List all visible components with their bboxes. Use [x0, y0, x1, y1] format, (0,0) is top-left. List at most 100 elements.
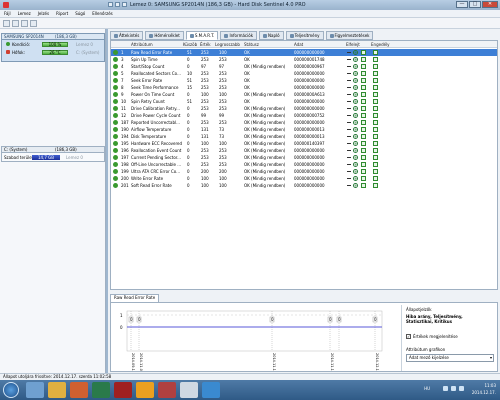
- offset-increase-button[interactable]: +: [353, 183, 358, 188]
- col-data[interactable]: Adat: [294, 42, 303, 47]
- explorer-taskbar-icon[interactable]: [48, 382, 66, 398]
- menu-check[interactable]: Ellenőrzés: [92, 11, 112, 16]
- quick-icon[interactable]: [108, 2, 113, 7]
- tab-smart[interactable]: S.M.A.R.T.: [185, 31, 219, 40]
- quick-icon[interactable]: [122, 2, 127, 7]
- offset-checkbox[interactable]: [361, 78, 366, 83]
- table-row[interactable]: 5 Reallocated Sectors Co... 10 253 253 OK 0000…: [111, 70, 497, 77]
- media-taskbar-icon[interactable]: [70, 382, 88, 398]
- enable-checkbox[interactable]: [373, 176, 378, 181]
- enable-checkbox[interactable]: [373, 113, 378, 118]
- offset-decrease-button[interactable]: [347, 52, 351, 53]
- offset-decrease-button[interactable]: [347, 171, 351, 172]
- offset-increase-button[interactable]: +: [353, 134, 358, 139]
- offset-checkbox[interactable]: [361, 71, 366, 76]
- tab-overview[interactable]: Áttekintés: [110, 31, 144, 40]
- offset-checkbox[interactable]: [361, 50, 366, 55]
- offset-increase-button[interactable]: +: [353, 113, 358, 118]
- settings-icon[interactable]: [21, 20, 28, 27]
- offset-increase-button[interactable]: +: [353, 99, 358, 104]
- report-icon[interactable]: [12, 20, 19, 27]
- enable-checkbox[interactable]: [373, 78, 378, 83]
- enable-checkbox[interactable]: [373, 134, 378, 139]
- offset-decrease-button[interactable]: [347, 80, 351, 81]
- table-row[interactable]: 194 Disk Temperature 0 131 73 OK (Mindig rend…: [111, 133, 497, 140]
- offset-increase-button[interactable]: +: [353, 78, 358, 83]
- start-button[interactable]: [3, 382, 19, 398]
- col-enable[interactable]: Engedély: [371, 42, 390, 47]
- enable-checkbox[interactable]: [373, 106, 378, 111]
- offset-checkbox[interactable]: [361, 85, 366, 90]
- offset-checkbox[interactable]: [361, 92, 366, 97]
- table-row[interactable]: 7 Seek Error Rate 51 253 253 OK 000000000000 +: [111, 77, 497, 84]
- enable-checkbox[interactable]: [373, 169, 378, 174]
- enable-checkbox[interactable]: [373, 64, 378, 69]
- table-row[interactable]: 10 Spin Retry Count 51 253 253 OK 000000000000…: [111, 98, 497, 105]
- enable-checkbox[interactable]: [373, 155, 378, 160]
- offset-decrease-button[interactable]: [347, 108, 351, 109]
- offset-increase-button[interactable]: +: [353, 57, 358, 62]
- menu-report[interactable]: Riport: [56, 11, 68, 16]
- tab-temperature[interactable]: Hőmérséklet: [145, 31, 184, 40]
- offset-decrease-button[interactable]: [347, 94, 351, 95]
- offset-decrease-button[interactable]: [347, 178, 351, 179]
- app-taskbar-icon[interactable]: [92, 382, 110, 398]
- table-row[interactable]: 200 Write Error Rate 0 100 100 OK (Mindig ren…: [111, 175, 497, 182]
- offset-checkbox[interactable]: [361, 57, 366, 62]
- enable-checkbox[interactable]: [373, 71, 378, 76]
- app-taskbar-icon[interactable]: [202, 382, 220, 398]
- enable-checkbox[interactable]: [373, 57, 378, 62]
- enable-checkbox[interactable]: [373, 99, 378, 104]
- offset-decrease-button[interactable]: [347, 122, 351, 123]
- table-row[interactable]: 8 Seek Time Performance 15 253 253 OK 00000000…: [111, 84, 497, 91]
- col-attribute[interactable]: Attribútum: [131, 42, 153, 47]
- table-row[interactable]: 199 Ultra ATA CRC Error Co... 0 200 200 OK (M…: [111, 168, 497, 175]
- offset-checkbox[interactable]: [361, 176, 366, 181]
- enable-checkbox[interactable]: [373, 141, 378, 146]
- offset-checkbox[interactable]: [361, 169, 366, 174]
- disk-header[interactable]: SAMSUNG SP2014N (186,3 GB): [1, 33, 105, 40]
- offset-decrease-button[interactable]: [347, 129, 351, 130]
- minimize-button[interactable]: —: [456, 1, 468, 8]
- volume-icon[interactable]: [459, 386, 464, 391]
- chrome-taskbar-icon[interactable]: [136, 382, 154, 398]
- table-row[interactable]: 201 Soft Read Error Rate 0 100 100 OK (Mindig…: [111, 182, 497, 189]
- menu-help[interactable]: Súgó: [75, 11, 85, 16]
- col-offset[interactable]: Elfelejt: [346, 42, 360, 47]
- col-status[interactable]: Státusz: [244, 42, 259, 47]
- table-row[interactable]: 4 Start/Stop Count 0 97 97 OK (Mindig rendben…: [111, 63, 497, 70]
- offset-decrease-button[interactable]: [347, 101, 351, 102]
- offset-decrease-button[interactable]: [347, 59, 351, 60]
- offset-decrease-button[interactable]: [347, 87, 351, 88]
- offset-checkbox[interactable]: [361, 141, 366, 146]
- show-values-checkbox[interactable]: ✓: [406, 334, 411, 339]
- offset-checkbox[interactable]: [361, 64, 366, 69]
- enable-checkbox[interactable]: [373, 50, 378, 55]
- table-row[interactable]: 196 Reallocation Event Count 0 253 253 OK (Mi…: [111, 147, 497, 154]
- tab-performance[interactable]: Teljesítmény: [285, 31, 324, 40]
- maximize-button[interactable]: □: [469, 1, 481, 8]
- menu-file[interactable]: Fájl: [4, 11, 11, 16]
- volume-header[interactable]: C: (System) (186,3 GB): [1, 146, 105, 153]
- tab-information[interactable]: Információk: [220, 31, 258, 40]
- offset-decrease-button[interactable]: [347, 150, 351, 151]
- offset-decrease-button[interactable]: [347, 136, 351, 137]
- offset-increase-button[interactable]: +: [353, 106, 358, 111]
- graph-tab[interactable]: Raw Read Error Rate: [110, 294, 160, 302]
- offset-increase-button[interactable]: +: [353, 120, 358, 125]
- app-taskbar-icon[interactable]: [114, 382, 132, 398]
- enable-checkbox[interactable]: [373, 92, 378, 97]
- offset-increase-button[interactable]: +: [353, 155, 358, 160]
- network-icon[interactable]: [451, 386, 456, 391]
- menu-disk[interactable]: Lemez: [18, 11, 31, 16]
- table-row[interactable]: 1 Raw Read Error Rate 51 253 100 OK 0000000000…: [111, 49, 497, 56]
- offset-checkbox[interactable]: [361, 155, 366, 160]
- offset-increase-button[interactable]: +: [353, 162, 358, 167]
- offset-checkbox[interactable]: [361, 113, 366, 118]
- ie-taskbar-icon[interactable]: [26, 382, 44, 398]
- offset-checkbox[interactable]: [361, 127, 366, 132]
- help-icon[interactable]: [30, 20, 37, 27]
- offset-increase-button[interactable]: +: [353, 176, 358, 181]
- col-threshold[interactable]: Küszöb: [183, 42, 197, 47]
- offset-checkbox[interactable]: [361, 99, 366, 104]
